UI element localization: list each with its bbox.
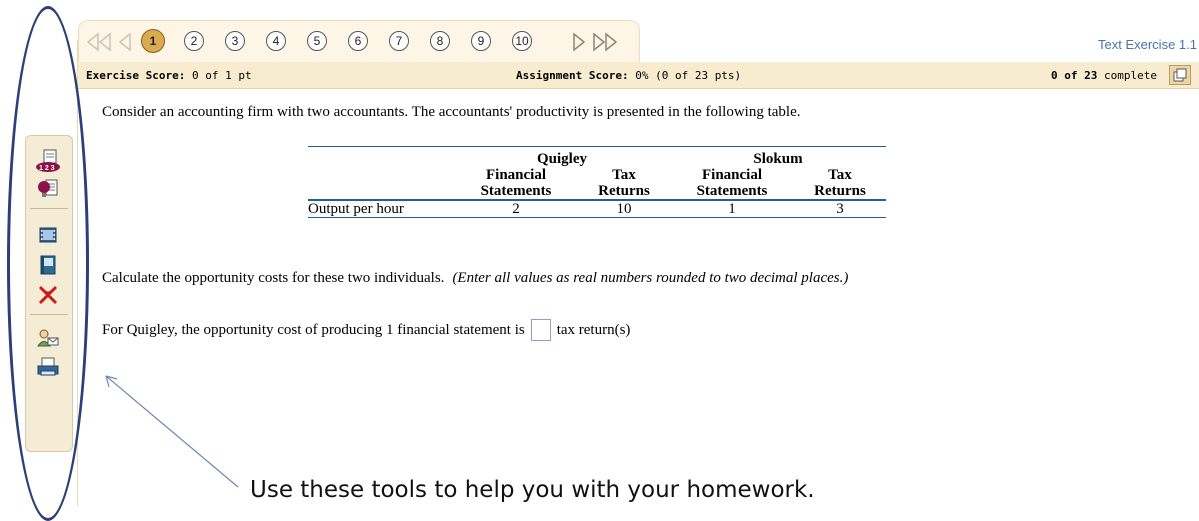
table-column-header: Financial Statements (696, 167, 768, 199)
table-cell: 3 (836, 201, 844, 217)
print-icon[interactable] (34, 354, 62, 380)
answer-input[interactable] (530, 319, 551, 341)
question-intro: Consider an accounting firm with two acc… (102, 104, 801, 120)
previous-question-icon[interactable] (117, 32, 133, 57)
table-column-header: Tax Returns (814, 167, 866, 199)
question-number-button[interactable]: 4 (266, 31, 286, 51)
assignment-score: Assignment Score: 0% (0 of 23 pts) (516, 69, 742, 82)
hint-icon[interactable] (34, 176, 62, 202)
tool-separator (30, 314, 68, 315)
left-panel-border (77, 40, 78, 506)
table-row: Output per hour 2 10 1 3 (308, 200, 886, 218)
popout-window-icon[interactable] (1169, 65, 1191, 85)
question-number-button[interactable]: 6 (348, 31, 368, 51)
score-bar: Exercise Score: 0 of 1 pt Assignment Sco… (78, 62, 1199, 89)
question-help-icon[interactable]: 1 2 3 (34, 148, 62, 174)
question-number-button[interactable]: 9 (471, 31, 491, 51)
tool-strip: 1 2 3 (25, 135, 73, 452)
exercise-score: Exercise Score: 0 of 1 pt (86, 69, 252, 82)
table-row-label: Output per hour (308, 201, 404, 217)
completion-status: 0 of 23 complete (1051, 69, 1157, 82)
textbook-icon[interactable] (34, 252, 62, 278)
first-question-icon[interactable] (85, 32, 113, 57)
productivity-table: Quigley Slokum Financial Statements Tax Re… (308, 146, 886, 218)
question-number-button[interactable]: 3 (225, 31, 245, 51)
tools-icon[interactable] (34, 282, 62, 308)
question-number-button[interactable]: 10 (512, 31, 532, 51)
question-number-button[interactable]: 8 (430, 31, 450, 51)
table-cell: 1 (728, 201, 736, 217)
table-cell: 2 (512, 201, 520, 217)
table-group-header: Slokum (753, 151, 803, 167)
next-question-icon[interactable] (571, 32, 587, 57)
table-group-header: Quigley (536, 151, 587, 167)
instruction-note: (Enter all values as real numbers rounde… (452, 270, 849, 286)
question-number-button[interactable]: 5 (307, 31, 327, 51)
ask-instructor-icon[interactable] (34, 326, 62, 352)
question-number-button[interactable]: 7 (389, 31, 409, 51)
exercise-title[interactable]: Text Exercise 1.1 (1098, 37, 1197, 52)
question-navigation: 1 2 3 4 5 6 7 8 9 10 (78, 20, 640, 63)
table-column-header: Tax Returns (598, 167, 650, 199)
tool-separator (30, 208, 68, 209)
table-column-header: Financial Statements (480, 167, 552, 199)
callout-text: Use these tools to help you with your ho… (250, 477, 815, 503)
question-prompt: For Quigley, the opportunity cost of pro… (102, 319, 630, 341)
instruction-text: Calculate the opportunity costs for thes… (102, 270, 849, 286)
last-question-icon[interactable] (591, 32, 619, 57)
question-number-button[interactable]: 1 (141, 29, 165, 53)
question-number-button[interactable]: 2 (184, 31, 204, 51)
table-cell: 10 (616, 201, 632, 217)
video-icon[interactable] (34, 222, 62, 248)
svg-text:1 2 3: 1 2 3 (39, 165, 55, 172)
